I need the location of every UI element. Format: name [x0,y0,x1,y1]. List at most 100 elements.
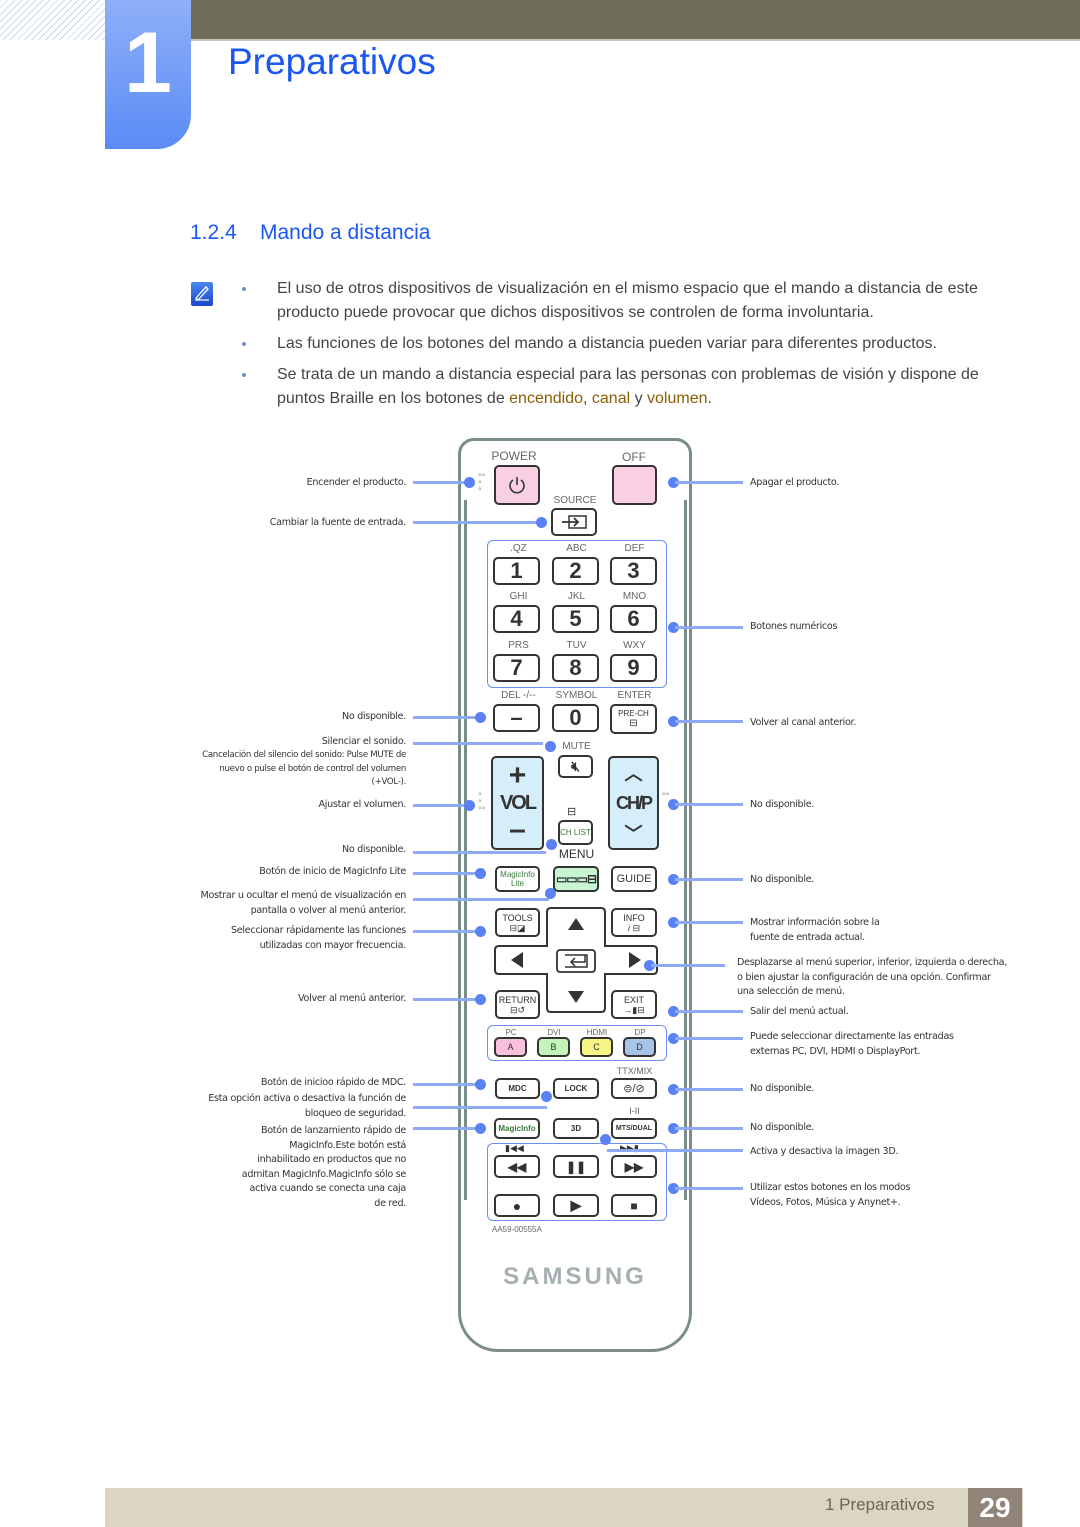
3d-button[interactable]: 3D [553,1118,599,1139]
leader-line [413,804,471,807]
digit-3-button[interactable]: 3 [610,557,657,585]
callout-magicinfo: Botón de lanzamiento rápido de MagicInfo… [241,1125,407,1209]
leader-line [675,1088,743,1091]
pause-button[interactable]: ❚❚ [553,1155,599,1178]
off-button[interactable] [612,465,657,505]
callout-menu: Mostrar u ocultar el menú de visualizaci… [200,890,407,916]
callout-color-buttons: Puede seleccionar directamente las entra… [750,1031,954,1057]
braille-dots-icon: °° [662,791,670,801]
callout-mute: Silenciar el sonido. [321,736,407,747]
key-letters: TUV [566,640,587,651]
leader-line [675,1010,743,1013]
digit-0-button[interactable]: 0 [552,704,599,732]
menu-icon: ▭▭▭⊟ [555,872,597,886]
enter-button[interactable] [556,949,596,973]
callout-dot [464,477,475,488]
chapter-number: 1 [124,15,172,111]
callout-dot [536,517,547,528]
chp-text: CH/P [615,792,653,813]
guide-button[interactable]: GUIDE [611,866,657,892]
d-button[interactable]: D [623,1037,656,1057]
callout-dot [545,741,556,752]
play-button[interactable]: ▶ [553,1194,599,1217]
decorative-hatch [0,0,105,40]
leader-line [675,1127,743,1130]
record-button[interactable]: ● [494,1194,540,1217]
b-button[interactable]: B [537,1037,570,1057]
callout-chlist: No disponible. [341,844,406,855]
key-letters: PRS [508,640,529,651]
dash-button[interactable]: – [493,704,540,732]
leader-line [413,1127,481,1130]
callout-volume: Ajustar el volumen. [318,799,406,810]
ttx-mix-button[interactable]: ⊜/⊘ [611,1078,657,1099]
digit-4-button[interactable]: 4 [493,605,540,633]
separator: , [583,390,592,407]
key-letters: MNO [622,591,647,602]
stop-button[interactable]: ■ [611,1194,657,1217]
menu-label: MENU [558,847,595,861]
power-button[interactable] [494,465,540,505]
callout-info: Mostrar información sobre la fuente de e… [750,917,880,943]
digit-5-button[interactable]: 5 [552,605,599,633]
digit-8-button[interactable]: 8 [552,654,599,682]
leader-line [675,1187,743,1190]
rewind-button[interactable]: ◀◀ [494,1155,540,1178]
stop-icon: ■ [630,1198,638,1213]
volume-rocker[interactable]: + VOL – [491,756,544,850]
fast-forward-button[interactable]: ▶▶ [611,1155,657,1178]
key-letters: .QZ [510,543,527,554]
highlight-channel: canal [591,390,631,407]
source-label: SOURCE [553,495,597,506]
channel-rocker[interactable]: ︿ CH/P ﹀ [608,756,659,850]
callout-lock: Esta opción activa o desactiva la funció… [208,1093,406,1119]
digit-6-button[interactable]: 6 [610,605,657,633]
digit-7-button[interactable]: 7 [493,654,540,682]
magicinfo-lite-button[interactable]: MagicInfo Lite [495,866,540,892]
callout-source: Cambiar la fuente de entrada. [269,517,407,528]
note-item: Se trata de un mando a distancia especia… [241,363,1021,411]
menu-button[interactable]: ▭▭▭⊟ [553,866,599,892]
teletext-icon: ⊟ [629,718,638,729]
leader-line [651,964,725,967]
model-number: AA59-00555A [492,1225,542,1234]
lock-button[interactable]: LOCK [553,1078,599,1099]
callout-mts: No disponible. [750,1122,815,1133]
magicinfo-button[interactable]: MagicInfo [494,1118,540,1139]
leader-line [675,803,743,806]
mute-button[interactable]: 🔇︎ [558,755,593,778]
vol-text: VOL [499,791,537,814]
leader-line [413,998,481,1001]
right-rail [684,500,687,1200]
c-button[interactable]: C [580,1037,613,1057]
source-button[interactable] [551,508,597,536]
callout-3d: Activa y desactiva la imagen 3D. [750,1146,899,1157]
a-button[interactable]: A [494,1037,527,1057]
chapter-title: Preparativos [228,41,436,82]
digit-1-button[interactable]: 1 [493,557,540,585]
key-letters: DEF [624,543,645,554]
callout-tools: Seleccionar rápidamente las funciones ut… [230,925,406,951]
leader-line [413,1083,481,1086]
ch-list-button[interactable]: CH LIST [558,820,593,845]
callout-off: Apagar el producto. [750,477,840,488]
digit-9-button[interactable]: 9 [610,654,657,682]
callout-navigation: Desplazarse al menú superior, inferior, … [737,957,1007,997]
play-icon: ▶ [570,1197,582,1213]
note-list: El uso de otros dispositivos de visualiz… [241,277,1021,418]
leader-line [413,742,543,745]
key-letters: ABC [566,543,587,554]
highlight-volume: volumen [647,390,708,407]
mdc-button[interactable]: MDC [495,1078,540,1099]
leader-line [675,481,743,484]
pre-ch-button[interactable]: PRE-CH ⊟ [610,704,657,734]
record-icon: ● [512,1197,522,1214]
return-button[interactable]: RETURN ⊟↺ [495,990,540,1019]
exit-button[interactable]: EXIT →▮⊟ [611,990,657,1019]
header-bar [190,0,1080,39]
mts-dual-button[interactable]: MTS/DUAL [611,1118,657,1139]
braille-dots-icon: °°°° [478,791,486,815]
leader-line [413,898,549,901]
digit-2-button[interactable]: 2 [552,557,599,585]
key-letters: WXY [623,640,646,651]
